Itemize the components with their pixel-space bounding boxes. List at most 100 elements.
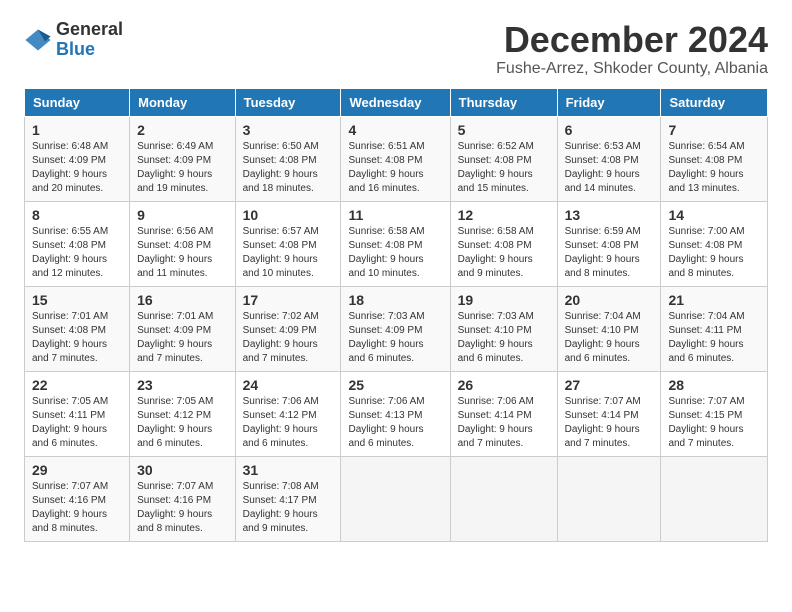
calendar-week-2: 8 Sunrise: 6:55 AMSunset: 4:08 PMDayligh…: [25, 201, 768, 286]
day-number: 8: [32, 207, 122, 223]
day-number: 29: [32, 462, 122, 478]
day-number: 25: [348, 377, 442, 393]
logo-general: General: [56, 20, 123, 40]
day-number: 26: [458, 377, 550, 393]
calendar-cell: 30 Sunrise: 7:07 AMSunset: 4:16 PMDaylig…: [130, 456, 235, 541]
day-info: Sunrise: 7:06 AMSunset: 4:14 PMDaylight:…: [458, 396, 534, 449]
calendar-cell: 20 Sunrise: 7:04 AMSunset: 4:10 PMDaylig…: [557, 286, 661, 371]
day-info: Sunrise: 6:55 AMSunset: 4:08 PMDaylight:…: [32, 226, 108, 279]
calendar-cell: 14 Sunrise: 7:00 AMSunset: 4:08 PMDaylig…: [661, 201, 768, 286]
calendar-cell: 28 Sunrise: 7:07 AMSunset: 4:15 PMDaylig…: [661, 371, 768, 456]
calendar-cell: [341, 456, 450, 541]
day-info: Sunrise: 6:58 AMSunset: 4:08 PMDaylight:…: [458, 226, 534, 279]
day-number: 23: [137, 377, 227, 393]
calendar-cell: 6 Sunrise: 6:53 AMSunset: 4:08 PMDayligh…: [557, 116, 661, 201]
day-info: Sunrise: 7:03 AMSunset: 4:10 PMDaylight:…: [458, 311, 534, 364]
day-info: Sunrise: 7:05 AMSunset: 4:11 PMDaylight:…: [32, 396, 108, 449]
location-subtitle: Fushe-Arrez, Shkoder County, Albania: [496, 60, 768, 78]
logo-blue: Blue: [56, 40, 123, 60]
weekday-header-sunday: Sunday: [25, 88, 130, 116]
day-number: 21: [668, 292, 760, 308]
weekday-header-friday: Friday: [557, 88, 661, 116]
day-number: 17: [243, 292, 334, 308]
logo: General Blue: [24, 20, 123, 60]
day-number: 22: [32, 377, 122, 393]
day-number: 18: [348, 292, 442, 308]
day-info: Sunrise: 7:08 AMSunset: 4:17 PMDaylight:…: [243, 481, 319, 534]
day-info: Sunrise: 7:00 AMSunset: 4:08 PMDaylight:…: [668, 226, 744, 279]
day-info: Sunrise: 6:52 AMSunset: 4:08 PMDaylight:…: [458, 141, 534, 194]
day-info: Sunrise: 7:07 AMSunset: 4:14 PMDaylight:…: [565, 396, 641, 449]
weekday-header-tuesday: Tuesday: [235, 88, 341, 116]
calendar-cell: 10 Sunrise: 6:57 AMSunset: 4:08 PMDaylig…: [235, 201, 341, 286]
day-number: 6: [565, 122, 654, 138]
day-number: 20: [565, 292, 654, 308]
calendar-cell: 9 Sunrise: 6:56 AMSunset: 4:08 PMDayligh…: [130, 201, 235, 286]
calendar-cell: 12 Sunrise: 6:58 AMSunset: 4:08 PMDaylig…: [450, 201, 557, 286]
calendar-cell: 21 Sunrise: 7:04 AMSunset: 4:11 PMDaylig…: [661, 286, 768, 371]
month-title: December 2024: [496, 20, 768, 60]
calendar-cell: 5 Sunrise: 6:52 AMSunset: 4:08 PMDayligh…: [450, 116, 557, 201]
calendar-cell: 18 Sunrise: 7:03 AMSunset: 4:09 PMDaylig…: [341, 286, 450, 371]
calendar-cell: 11 Sunrise: 6:58 AMSunset: 4:08 PMDaylig…: [341, 201, 450, 286]
calendar-cell: 13 Sunrise: 6:59 AMSunset: 4:08 PMDaylig…: [557, 201, 661, 286]
calendar-cell: 25 Sunrise: 7:06 AMSunset: 4:13 PMDaylig…: [341, 371, 450, 456]
day-number: 11: [348, 207, 442, 223]
calendar-cell: 2 Sunrise: 6:49 AMSunset: 4:09 PMDayligh…: [130, 116, 235, 201]
day-number: 9: [137, 207, 227, 223]
day-number: 13: [565, 207, 654, 223]
day-number: 30: [137, 462, 227, 478]
weekday-header-thursday: Thursday: [450, 88, 557, 116]
day-info: Sunrise: 7:07 AMSunset: 4:16 PMDaylight:…: [32, 481, 108, 534]
calendar-cell: 16 Sunrise: 7:01 AMSunset: 4:09 PMDaylig…: [130, 286, 235, 371]
day-number: 10: [243, 207, 334, 223]
day-number: 14: [668, 207, 760, 223]
day-number: 12: [458, 207, 550, 223]
day-info: Sunrise: 6:48 AMSunset: 4:09 PMDaylight:…: [32, 141, 108, 194]
day-number: 31: [243, 462, 334, 478]
calendar-cell: 26 Sunrise: 7:06 AMSunset: 4:14 PMDaylig…: [450, 371, 557, 456]
calendar-cell: 24 Sunrise: 7:06 AMSunset: 4:12 PMDaylig…: [235, 371, 341, 456]
calendar-cell: 17 Sunrise: 7:02 AMSunset: 4:09 PMDaylig…: [235, 286, 341, 371]
day-info: Sunrise: 7:04 AMSunset: 4:10 PMDaylight:…: [565, 311, 641, 364]
day-number: 5: [458, 122, 550, 138]
calendar-cell: [661, 456, 768, 541]
calendar-cell: 27 Sunrise: 7:07 AMSunset: 4:14 PMDaylig…: [557, 371, 661, 456]
calendar-week-3: 15 Sunrise: 7:01 AMSunset: 4:08 PMDaylig…: [25, 286, 768, 371]
day-number: 19: [458, 292, 550, 308]
day-number: 3: [243, 122, 334, 138]
day-info: Sunrise: 7:01 AMSunset: 4:09 PMDaylight:…: [137, 311, 213, 364]
calendar-header-row: SundayMondayTuesdayWednesdayThursdayFrid…: [25, 88, 768, 116]
day-number: 7: [668, 122, 760, 138]
day-number: 1: [32, 122, 122, 138]
day-info: Sunrise: 7:07 AMSunset: 4:15 PMDaylight:…: [668, 396, 744, 449]
calendar-week-1: 1 Sunrise: 6:48 AMSunset: 4:09 PMDayligh…: [25, 116, 768, 201]
day-info: Sunrise: 7:01 AMSunset: 4:08 PMDaylight:…: [32, 311, 108, 364]
calendar-cell: [450, 456, 557, 541]
calendar-cell: 8 Sunrise: 6:55 AMSunset: 4:08 PMDayligh…: [25, 201, 130, 286]
title-area: December 2024 Fushe-Arrez, Shkoder Count…: [496, 20, 768, 78]
day-info: Sunrise: 7:04 AMSunset: 4:11 PMDaylight:…: [668, 311, 744, 364]
day-number: 28: [668, 377, 760, 393]
calendar-week-5: 29 Sunrise: 7:07 AMSunset: 4:16 PMDaylig…: [25, 456, 768, 541]
day-number: 24: [243, 377, 334, 393]
calendar-cell: 23 Sunrise: 7:05 AMSunset: 4:12 PMDaylig…: [130, 371, 235, 456]
day-info: Sunrise: 6:59 AMSunset: 4:08 PMDaylight:…: [565, 226, 641, 279]
calendar-week-4: 22 Sunrise: 7:05 AMSunset: 4:11 PMDaylig…: [25, 371, 768, 456]
calendar-cell: 3 Sunrise: 6:50 AMSunset: 4:08 PMDayligh…: [235, 116, 341, 201]
logo-icon: [24, 26, 52, 54]
calendar-cell: 4 Sunrise: 6:51 AMSunset: 4:08 PMDayligh…: [341, 116, 450, 201]
calendar-cell: 15 Sunrise: 7:01 AMSunset: 4:08 PMDaylig…: [25, 286, 130, 371]
calendar-table: SundayMondayTuesdayWednesdayThursdayFrid…: [24, 88, 768, 542]
day-number: 15: [32, 292, 122, 308]
day-number: 4: [348, 122, 442, 138]
day-number: 2: [137, 122, 227, 138]
day-info: Sunrise: 7:06 AMSunset: 4:12 PMDaylight:…: [243, 396, 319, 449]
weekday-header-monday: Monday: [130, 88, 235, 116]
day-info: Sunrise: 6:58 AMSunset: 4:08 PMDaylight:…: [348, 226, 424, 279]
calendar-cell: 31 Sunrise: 7:08 AMSunset: 4:17 PMDaylig…: [235, 456, 341, 541]
calendar-cell: 19 Sunrise: 7:03 AMSunset: 4:10 PMDaylig…: [450, 286, 557, 371]
weekday-header-saturday: Saturday: [661, 88, 768, 116]
day-info: Sunrise: 7:03 AMSunset: 4:09 PMDaylight:…: [348, 311, 424, 364]
day-info: Sunrise: 6:56 AMSunset: 4:08 PMDaylight:…: [137, 226, 213, 279]
